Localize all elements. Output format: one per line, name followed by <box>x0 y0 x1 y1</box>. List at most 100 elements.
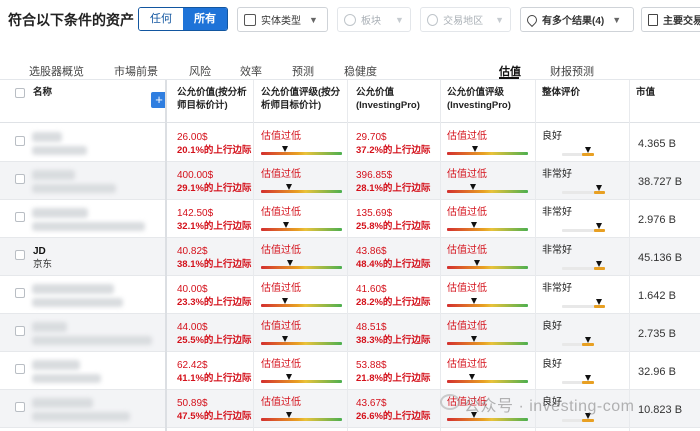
fv-pro-value: 135.69$ <box>356 208 393 219</box>
redacted-name <box>32 284 114 294</box>
circle-icon <box>344 13 356 26</box>
table-row[interactable]: 142.50$ 32.1%的上行边际 估值过低 135.69$ 25.8%的上行边际 估值… <box>0 200 700 238</box>
select-all-checkbox[interactable] <box>15 88 25 98</box>
overall-rating-label: 非常好 <box>542 245 572 256</box>
watermark-text: 公众号 · investing-com <box>464 398 635 415</box>
filter-main-exchange[interactable]: 主要交易 <box>641 7 700 32</box>
tab-bar: 选股器概览 市場前景 风险 效率 预测 稳健度 估值 财报预测 <box>0 58 700 80</box>
fv-rating-analyst-gauge <box>261 410 342 421</box>
overall-rating-label: 非常好 <box>542 169 572 180</box>
col-name[interactable]: 名称 <box>33 86 52 99</box>
fv-rating-pro-label: 估值过低 <box>447 245 487 256</box>
column-divider <box>535 80 536 431</box>
fv-rating-pro-label: 估值过低 <box>447 207 487 218</box>
table-row[interactable]: 40.00$ 23.3%的上行边际 估值过低 41.60$ 28.2%的上行边际 估值过低… <box>0 276 700 314</box>
redacted-name <box>32 412 130 421</box>
asset-symbol[interactable]: JD <box>33 245 46 258</box>
filter-entity-type[interactable]: 实体类型 ▼ <box>237 7 328 32</box>
market-cap-value: 2.976 B <box>638 214 676 226</box>
fv-rating-analyst-gauge <box>261 334 342 345</box>
tab-earnings-forecast[interactable]: 财报预测 <box>550 63 594 79</box>
row-checkbox[interactable] <box>15 250 25 260</box>
tab-overview[interactable]: 选股器概览 <box>29 63 84 79</box>
table-row[interactable]: JD 京东 40.82$ 38.1%的上行边际 估值过低 43.86$ 48.4%的上行边际… <box>0 238 700 276</box>
market-cap-value: 1.642 B <box>638 290 676 302</box>
filter-label: 有多个结果(4) <box>542 16 605 27</box>
filter-results[interactable]: 有多个结果(4) ▼ <box>520 7 634 32</box>
redacted-name <box>32 222 145 231</box>
tab-efficiency[interactable]: 效率 <box>240 63 262 79</box>
fv-analyst-upside: 25.5%的上行边际 <box>177 335 252 346</box>
col-overall[interactable]: 整体评价 <box>542 86 580 99</box>
fv-rating-pro-label: 估值过低 <box>447 359 487 370</box>
fv-rating-analyst-label: 估值过低 <box>261 359 301 370</box>
overall-rating-label: 非常好 <box>542 283 572 294</box>
overall-rating-label: 良好 <box>542 359 562 370</box>
market-cap-value: 4.365 B <box>638 138 676 150</box>
fv-pro-upside: 28.1%的上行边际 <box>356 183 431 194</box>
market-cap-value: 32.96 B <box>638 366 676 378</box>
overall-rating-label: 良好 <box>542 131 562 142</box>
table-row[interactable]: 44.00$ 25.5%的上行边际 估值过低 48.51$ 38.3%的上行边际 估值过低… <box>0 314 700 352</box>
page-title: 符合以下条件的资产 <box>8 12 134 28</box>
fv-pro-value: 53.88$ <box>356 360 387 371</box>
col-fv-pro[interactable]: 公允价值 (InvestingPro) <box>356 86 426 112</box>
market-cap-value: 10.823 B <box>638 404 683 416</box>
filter-label: 实体类型 <box>261 16 301 27</box>
fv-rating-pro-gauge <box>447 144 528 155</box>
toggle-all-button[interactable]: 所有 <box>183 8 227 30</box>
col-fv-rating-analyst[interactable]: 公允价值评级(按分析师目标价计) <box>261 86 343 112</box>
toggle-any-button[interactable]: 任何 <box>139 8 183 30</box>
overall-rating-gauge <box>562 260 620 270</box>
fv-analyst-value: 40.82$ <box>177 246 208 257</box>
fv-rating-pro-label: 估值过低 <box>447 169 487 180</box>
row-checkbox[interactable] <box>15 364 25 374</box>
fv-pro-value: 29.70$ <box>356 132 387 143</box>
fv-analyst-value: 400.00$ <box>177 170 214 181</box>
filter-label: 交易地区 <box>443 16 484 27</box>
fv-rating-analyst-gauge <box>261 258 342 269</box>
table-row[interactable]: 26.00$ 20.1%的上行边际 估值过低 29.70$ 37.2%的上行边际 估值过低… <box>0 124 700 162</box>
fv-pro-upside: 28.2%的上行边际 <box>356 297 431 308</box>
table-row[interactable]: 62.42$ 41.1%的上行边际 估值过低 53.88$ 21.8%的上行边际 估值过低… <box>0 352 700 390</box>
tab-stability[interactable]: 稳健度 <box>344 63 377 79</box>
overall-rating-gauge <box>562 184 620 194</box>
overall-rating-gauge <box>562 222 620 232</box>
watermark: 公众号 · investing-com <box>434 392 634 416</box>
tab-risk[interactable]: 风险 <box>189 63 211 79</box>
row-checkbox[interactable] <box>15 136 25 146</box>
redacted-name <box>32 184 116 193</box>
chevron-down-icon: ▼ <box>612 14 622 25</box>
tab-outlook[interactable]: 市場前景 <box>114 63 158 79</box>
filter-label: 主要交易 <box>663 16 700 27</box>
fv-rating-analyst-gauge <box>261 372 342 383</box>
row-checkbox[interactable] <box>15 212 25 222</box>
col-fv-rating-pro[interactable]: 公允价值评级 (InvestingPro) <box>447 86 519 112</box>
match-toggle[interactable]: 任何 所有 <box>138 7 228 31</box>
tab-forecast[interactable]: 预测 <box>292 63 314 79</box>
fv-pro-upside: 48.4%的上行边际 <box>356 259 431 270</box>
chevron-down-icon: ▼ <box>309 14 318 25</box>
table-row[interactable]: 400.00$ 29.1%的上行边际 估值过低 396.85$ 28.1%的上行边际 估值… <box>0 162 700 200</box>
filter-sector[interactable]: 板块 ▼ <box>337 7 411 32</box>
market-cap-value: 2.735 B <box>638 328 676 340</box>
fv-rating-analyst-label: 估值过低 <box>261 131 301 142</box>
row-checkbox[interactable] <box>15 288 25 298</box>
col-market-cap[interactable]: 市值 <box>636 86 655 99</box>
row-checkbox[interactable] <box>15 402 25 412</box>
col-fv-analyst[interactable]: 公允价值(按分析师目标价计) <box>177 86 249 112</box>
fv-pro-value: 396.85$ <box>356 170 393 181</box>
column-divider <box>440 80 441 431</box>
fv-rating-pro-gauge <box>447 372 528 383</box>
fv-rating-analyst-gauge <box>261 296 342 307</box>
fv-rating-pro-label: 估值过低 <box>447 321 487 332</box>
fv-analyst-value: 142.50$ <box>177 208 214 219</box>
column-divider <box>253 80 254 431</box>
fv-rating-pro-gauge <box>447 182 528 193</box>
column-divider <box>347 80 348 431</box>
row-checkbox[interactable] <box>15 326 25 336</box>
row-checkbox[interactable] <box>15 174 25 184</box>
fv-pro-upside: 25.8%的上行边际 <box>356 221 431 232</box>
filter-region[interactable]: 交易地区 ▼ <box>420 7 511 32</box>
fv-pro-value: 41.60$ <box>356 284 387 295</box>
